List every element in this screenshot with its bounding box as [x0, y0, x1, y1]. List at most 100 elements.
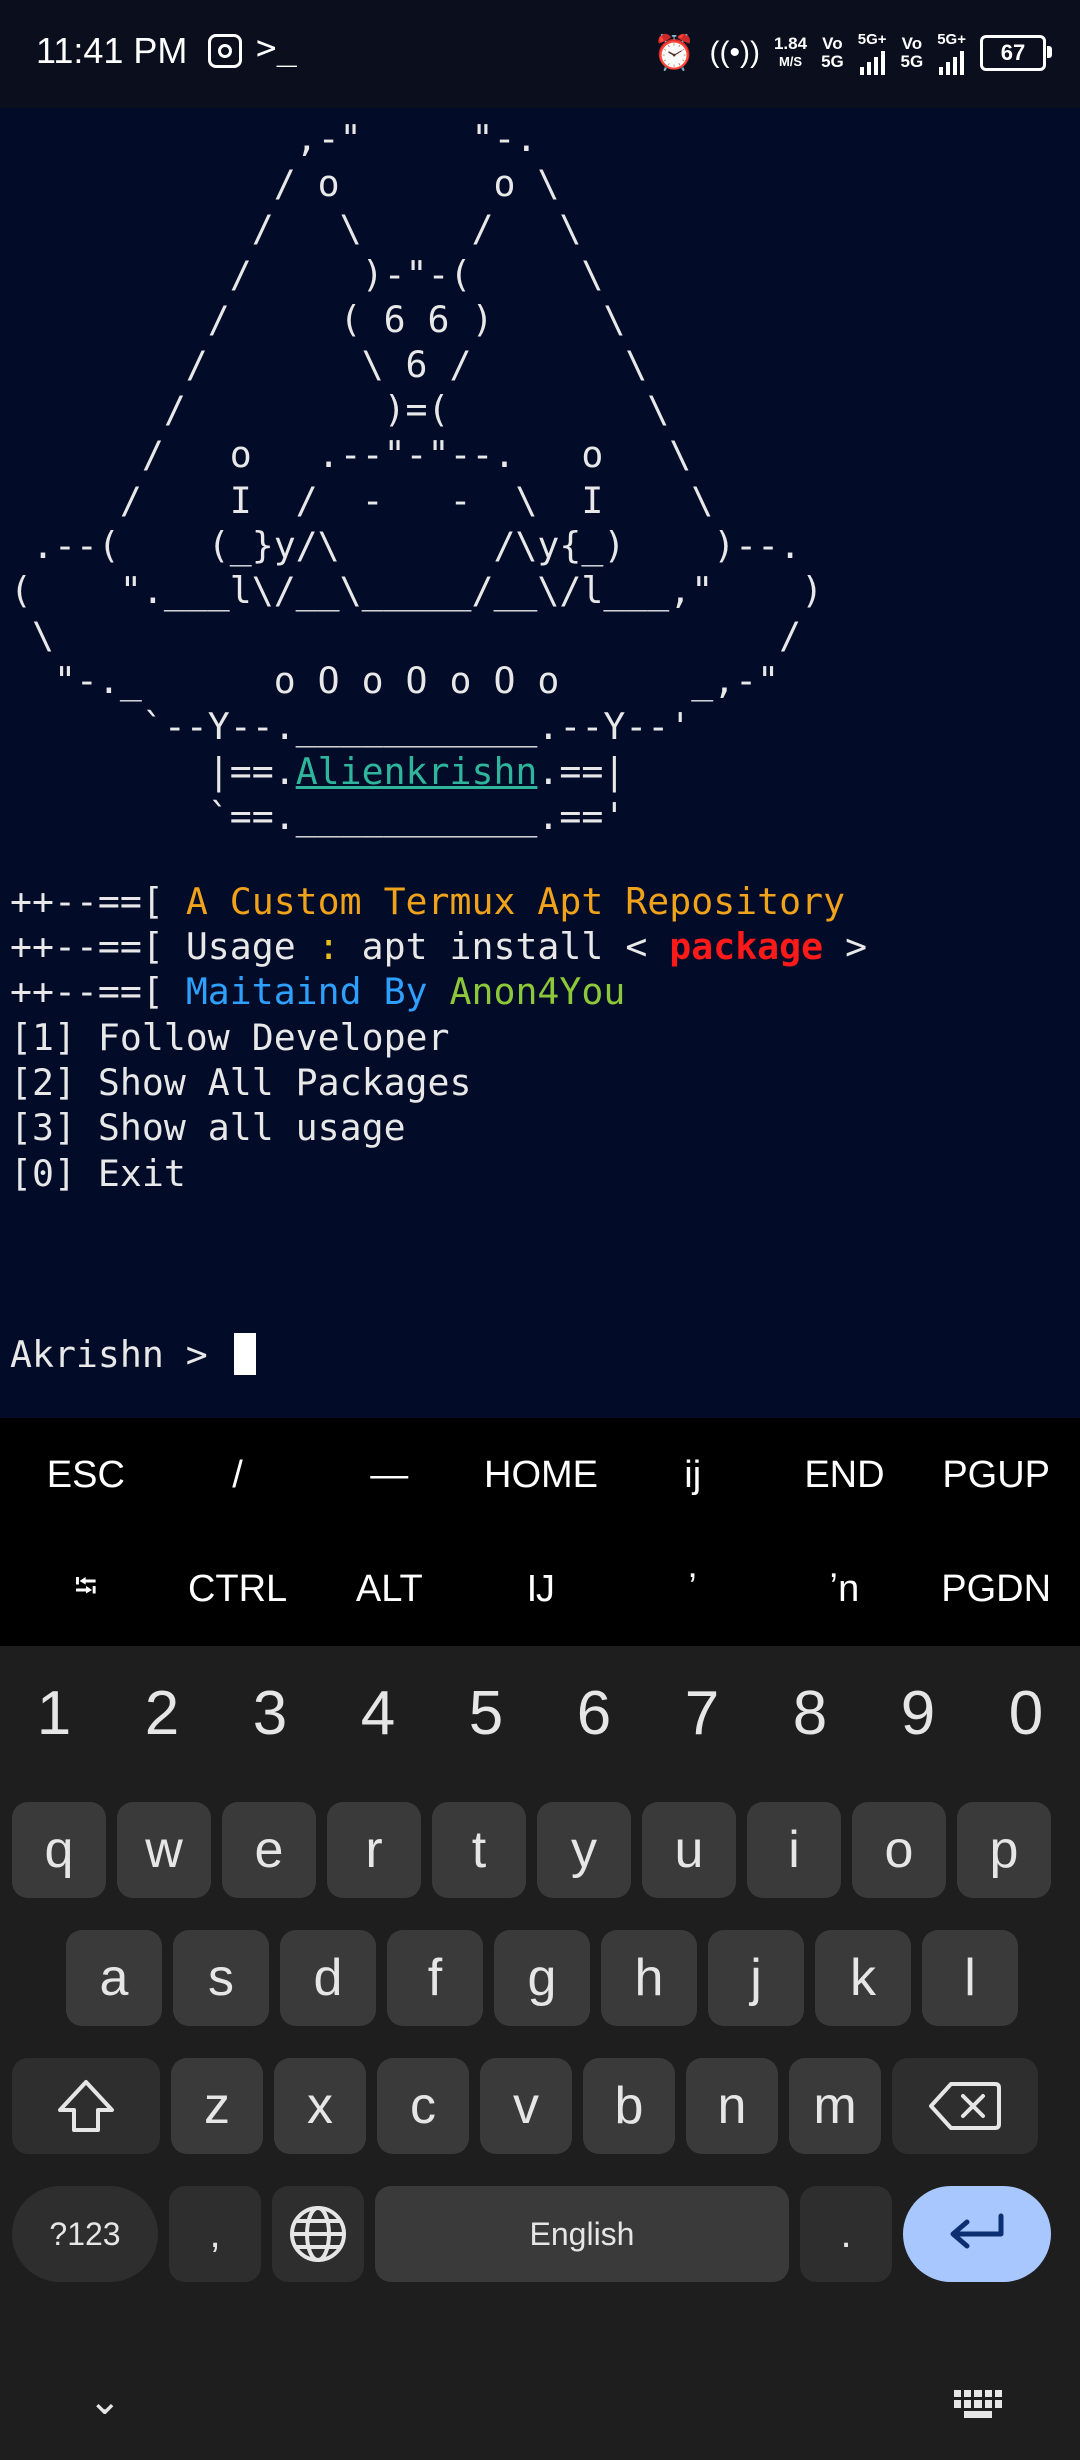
ij-ligature-key[interactable]: Ĳ: [465, 1568, 617, 1611]
pgdn-key[interactable]: PGDN: [920, 1568, 1072, 1611]
extra-keys-bar: ESC / ― HOME ij END PGUP ⭾ CTRL ALT Ĳ ʼ …: [10, 1418, 1072, 1646]
key-r[interactable]: r: [327, 1802, 421, 1898]
ascii-art-top: ,-" "-. / o o \ / \ / \ / )-"-( \ / ( 6 …: [10, 117, 824, 793]
key-s[interactable]: s: [173, 1930, 269, 2026]
signal-bars-icon: [939, 49, 965, 75]
ascii-art-banner: ,-" "-. / o o \ / \ / \ / )-"-( \ / ( 6 …: [0, 116, 823, 839]
repo-title: A Custom Termux Apt Repository: [185, 880, 846, 923]
symbols-key[interactable]: ?123: [12, 2186, 158, 2282]
key-f[interactable]: f: [387, 1930, 483, 2026]
usage-end: >: [823, 925, 868, 969]
key-3[interactable]: 3: [216, 1666, 324, 1762]
key-a[interactable]: a: [66, 1930, 162, 2026]
key-0[interactable]: 0: [972, 1666, 1080, 1762]
prompt-text: Akrishn >: [10, 1333, 230, 1376]
speed-unit: M/S: [778, 54, 803, 69]
letter-row-3: z x c v b n m: [12, 2058, 1038, 2154]
esc-key[interactable]: ESC: [10, 1454, 162, 1497]
keyboard-nav-bar: ⌄: [0, 2346, 1080, 2460]
backspace-key[interactable]: [892, 2058, 1038, 2154]
dash-key[interactable]: ―: [313, 1454, 465, 1497]
extra-keys-row-2: ⭾ CTRL ALT Ĳ ʼ ʼn PGDN: [10, 1532, 1072, 1646]
backspace-icon: [929, 2082, 1001, 2130]
sim1-net-label: 5G+: [857, 31, 887, 48]
key-v[interactable]: v: [480, 2058, 572, 2154]
usage-label: Usage: [185, 925, 318, 969]
key-p[interactable]: p: [957, 1802, 1051, 1898]
end-key[interactable]: END: [769, 1454, 921, 1497]
key-o[interactable]: o: [852, 1802, 946, 1898]
terminal-icon: >_: [256, 28, 297, 68]
key-8[interactable]: 8: [756, 1666, 864, 1762]
period-key[interactable]: .: [800, 2186, 892, 2282]
menu-options: [1] Follow Developer [2] Show All Packag…: [0, 1015, 471, 1196]
key-l[interactable]: l: [922, 1930, 1018, 2026]
key-i[interactable]: i: [747, 1802, 841, 1898]
space-key[interactable]: English: [375, 2186, 789, 2282]
letter-row-2: a s d f g h j k l: [66, 1930, 1018, 2026]
ctrl-key[interactable]: CTRL: [162, 1568, 314, 1611]
number-row: 1 2 3 4 5 6 7 8 9 0: [0, 1666, 1080, 1762]
terminal-view[interactable]: ,-" "-. / o o \ / \ / \ / )-"-( \ / ( 6 …: [0, 108, 1080, 1418]
shift-icon: [58, 2080, 114, 2132]
pgup-key[interactable]: PGUP: [920, 1454, 1072, 1497]
text-cursor: [233, 1333, 256, 1375]
instagram-icon: [208, 34, 242, 68]
key-w[interactable]: w: [117, 1802, 211, 1898]
extra-keys-row-1: ESC / ― HOME ij END PGUP: [10, 1418, 1072, 1532]
slash-key[interactable]: /: [162, 1454, 314, 1497]
key-g[interactable]: g: [494, 1930, 590, 2026]
key-6[interactable]: 6: [540, 1666, 648, 1762]
key-2[interactable]: 2: [108, 1666, 216, 1762]
info-block: ++--==[ A Custom Termux Apt Repository +…: [0, 879, 867, 1015]
usage-package: package: [669, 925, 824, 969]
key-7[interactable]: 7: [648, 1666, 756, 1762]
letter-row-1: q w e r t y u i o p: [12, 1802, 1051, 1898]
info-prefix: ++--==[: [10, 970, 186, 1014]
tab-key[interactable]: ⭾: [10, 1564, 162, 1615]
enter-icon: [950, 2213, 1004, 2249]
info-prefix: ++--==[: [10, 925, 186, 969]
key-u[interactable]: u: [642, 1802, 736, 1898]
globe-icon: [290, 2206, 346, 2262]
key-z[interactable]: z: [171, 2058, 263, 2154]
menu-item-packages: [2] Show All Packages: [10, 1061, 472, 1105]
menu-item-usage: [3] Show all usage: [10, 1106, 406, 1150]
apostrophe-n-key[interactable]: ʼn: [769, 1568, 921, 1611]
prompt-line[interactable]: Akrishn >: [0, 1332, 256, 1377]
key-x[interactable]: x: [274, 2058, 366, 2154]
key-h[interactable]: h: [601, 1930, 697, 2026]
key-5[interactable]: 5: [432, 1666, 540, 1762]
key-k[interactable]: k: [815, 1930, 911, 2026]
key-m[interactable]: m: [789, 2058, 881, 2154]
key-1[interactable]: 1: [0, 1666, 108, 1762]
network-speed: 1.84 M/S: [774, 35, 807, 71]
shift-key[interactable]: [12, 2058, 160, 2154]
key-b[interactable]: b: [583, 2058, 675, 2154]
home-key[interactable]: HOME: [465, 1454, 617, 1497]
apostrophe-key[interactable]: ʼ: [617, 1568, 769, 1611]
sim2-net-label: 5G+: [937, 31, 966, 48]
banner-name-link[interactable]: Alienkrishn: [296, 750, 538, 793]
comma-key[interactable]: ,: [169, 2186, 261, 2282]
key-9[interactable]: 9: [864, 1666, 972, 1762]
key-j[interactable]: j: [708, 1930, 804, 2026]
hide-keyboard-icon[interactable]: ⌄: [88, 2378, 122, 2424]
speed-value: 1.84: [773, 34, 808, 53]
hotspot-icon: ((•)): [709, 36, 760, 69]
key-q[interactable]: q: [12, 1802, 106, 1898]
key-d[interactable]: d: [280, 1930, 376, 2026]
key-n[interactable]: n: [686, 2058, 778, 2154]
ij-key[interactable]: ij: [617, 1454, 769, 1497]
key-c[interactable]: c: [377, 2058, 469, 2154]
key-t[interactable]: t: [432, 1802, 526, 1898]
status-time: 11:41 PM: [36, 30, 188, 71]
alt-key[interactable]: ALT: [313, 1568, 465, 1611]
language-key[interactable]: [272, 2186, 364, 2282]
enter-key[interactable]: [903, 2186, 1051, 2282]
key-e[interactable]: e: [222, 1802, 316, 1898]
key-y[interactable]: y: [537, 1802, 631, 1898]
usage-command: apt install <: [339, 925, 670, 969]
keyboard-switch-icon[interactable]: [954, 2390, 1002, 2418]
key-4[interactable]: 4: [324, 1666, 432, 1762]
